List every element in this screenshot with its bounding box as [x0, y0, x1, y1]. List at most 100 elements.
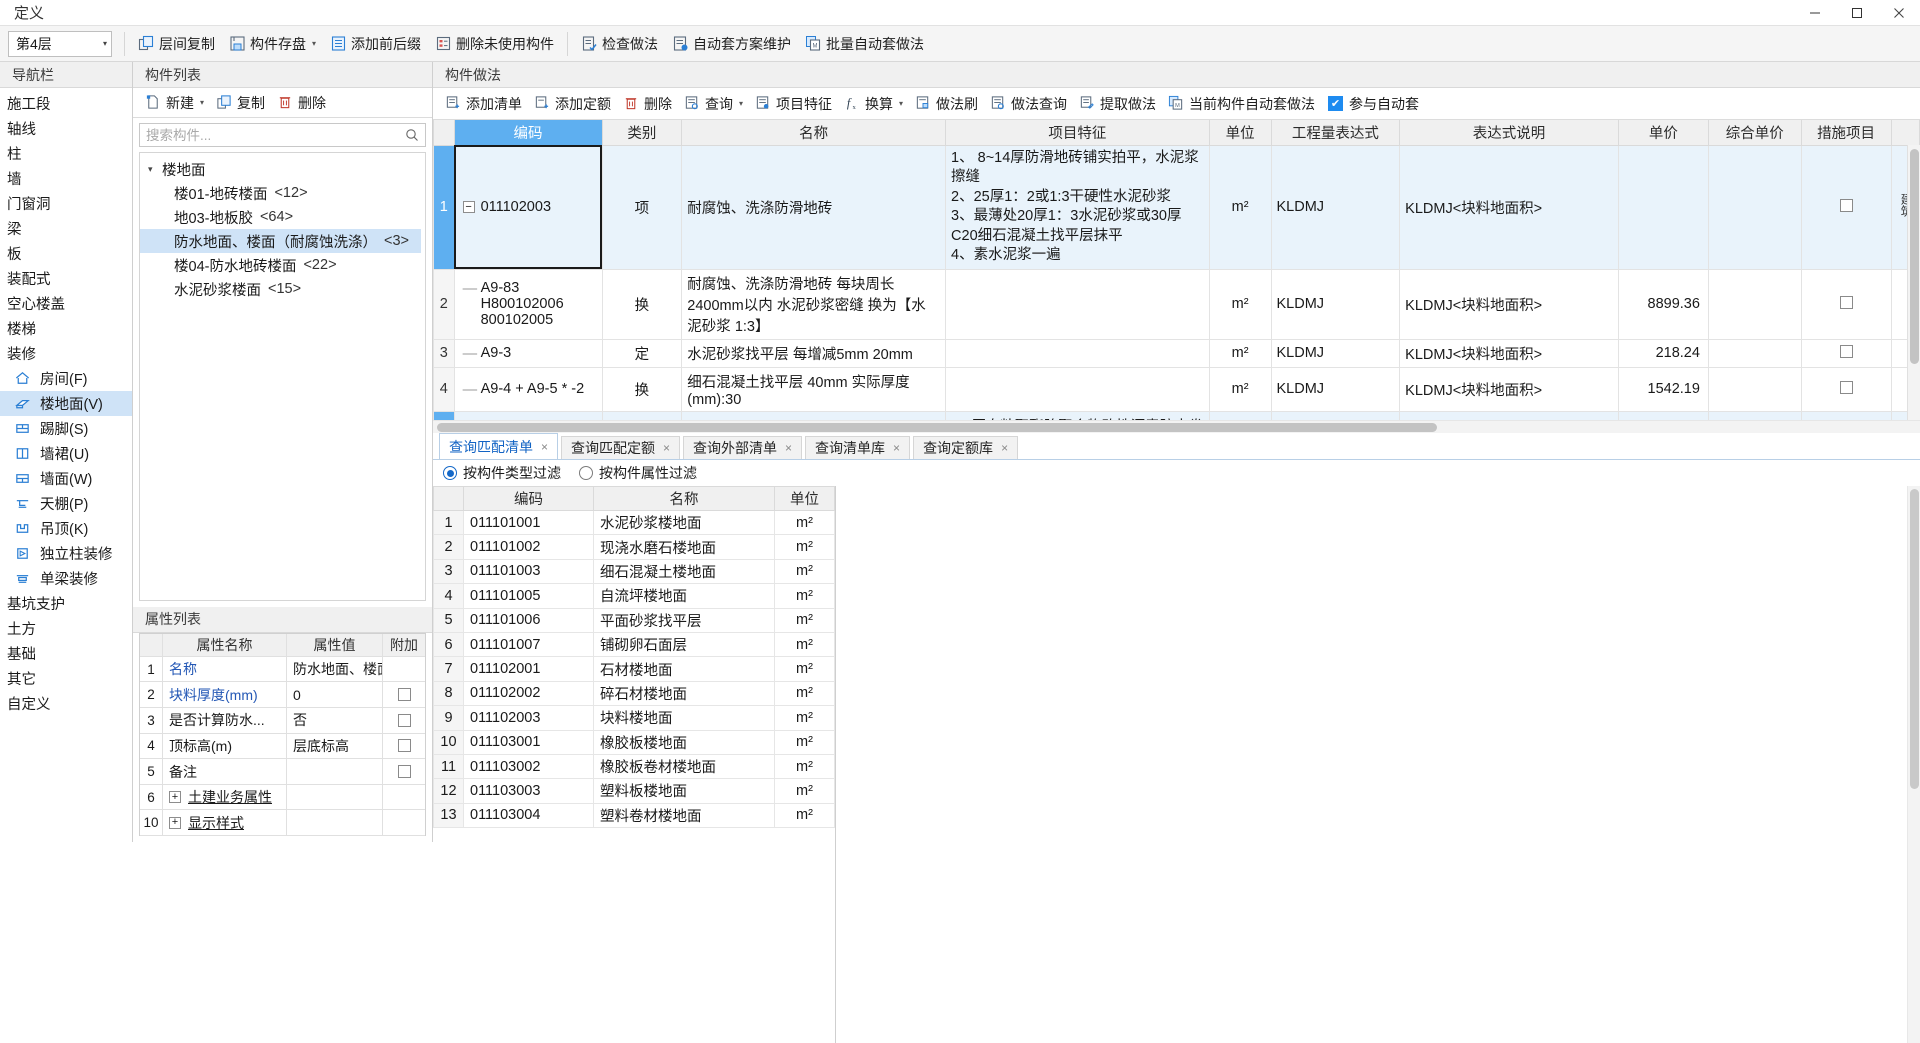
append-checkbox[interactable]	[397, 765, 411, 779]
cell-feature[interactable]	[945, 338, 1210, 368]
cell-unit[interactable]: m²	[774, 705, 835, 731]
sidebar-item-wall-surface[interactable]: 墙面(W)	[0, 466, 132, 491]
cell-combined-price[interactable]	[1707, 410, 1802, 420]
cell-code[interactable]: − 011102003	[453, 144, 603, 270]
cell-name[interactable]: 塑料卷材楼地面	[593, 802, 775, 829]
cell-combined-price[interactable]	[1707, 338, 1802, 368]
cell-quantity-expr[interactable]: KLDMJ	[1270, 338, 1401, 368]
property-value[interactable]: 0	[287, 682, 383, 708]
floor-selector[interactable]: 第4层 ▾	[8, 30, 112, 57]
table-row[interactable]: 3 011101003 细石混凝土楼地面 m²	[433, 558, 835, 585]
minimize-button[interactable]	[1794, 0, 1836, 26]
table-row[interactable]: 10 011103001 橡胶板楼地面 m²	[433, 729, 835, 755]
property-value[interactable]	[287, 784, 383, 810]
cell-name[interactable]: 水泥砂浆楼地面	[593, 509, 775, 536]
chevron-down-icon[interactable]: ▾	[148, 164, 162, 175]
cell-name[interactable]: 耐腐蚀、洗涤防滑地砖	[681, 144, 947, 270]
list-item[interactable]: 楼01-地砖楼面 <12>	[140, 181, 421, 205]
cell-expr-desc[interactable]: SPFSMJ<水平防水面积>	[1399, 410, 1619, 420]
tab-query-matched-list[interactable]: 查询匹配清单 ×	[439, 433, 559, 459]
sidebar-item-stair[interactable]: 楼梯	[0, 316, 132, 341]
check-method-button[interactable]: 检查做法	[574, 30, 665, 58]
cell-name[interactable]: 橡胶板卷材楼地面	[593, 753, 775, 780]
collapse-icon[interactable]: −	[462, 201, 475, 214]
cell-name[interactable]: 橡胶板楼地面	[593, 729, 775, 755]
cell-category[interactable]: 定	[601, 338, 683, 368]
measure-checkbox[interactable]	[1839, 380, 1853, 394]
cell-expr-desc[interactable]: KLDMJ<块料地面积>	[1399, 144, 1619, 270]
cell-unit[interactable]: m²	[774, 656, 835, 682]
measure-checkbox[interactable]	[1839, 198, 1853, 212]
delete-component-button[interactable]: 删除	[271, 91, 332, 115]
cell-code[interactable]: — A9-4 + A9-5 * -2	[453, 366, 603, 412]
col-quantity-expr[interactable]: 工程量表达式	[1270, 120, 1401, 146]
cell-unit[interactable]: m²	[774, 509, 835, 536]
tab-query-list-library[interactable]: 查询清单库 ×	[805, 436, 911, 459]
table-row[interactable]: 1 011101001 水泥砂浆楼地面 m²	[433, 509, 835, 536]
cell-unit[interactable]: m²	[774, 778, 835, 804]
scrollbar-thumb[interactable]	[1910, 149, 1919, 364]
cell-quantity-expr[interactable]: KLDMJ	[1270, 366, 1401, 412]
tab-query-quota-library[interactable]: 查询定额库 ×	[913, 436, 1019, 459]
cell-code[interactable]: 011103004	[463, 802, 594, 829]
tree-root-node[interactable]: ▾ 楼地面	[140, 157, 425, 181]
col-name[interactable]: 名称	[681, 120, 947, 146]
cell-unit-price[interactable]	[1617, 144, 1709, 270]
component-search-box[interactable]	[139, 123, 426, 147]
cell-name[interactable]: 块料楼地面	[593, 705, 775, 731]
scrollbar-thumb[interactable]	[437, 423, 1437, 432]
sidebar-item-prefab[interactable]: 装配式	[0, 266, 132, 291]
radio-icon[interactable]	[579, 466, 593, 480]
sidebar-item-pit-support[interactable]: 基坑支护	[0, 591, 132, 616]
cell-name[interactable]: 塑料板楼地面	[593, 778, 775, 804]
property-value[interactable]: 否	[287, 708, 383, 733]
close-icon[interactable]: ×	[893, 441, 900, 455]
cell-name[interactable]: 自流坪楼地面	[593, 583, 775, 609]
table-row[interactable]: 5 011101006 平面砂浆找平层 m²	[433, 607, 835, 633]
property-value[interactable]: 层底标高	[287, 733, 383, 759]
table-row[interactable]: 2 块料厚度(mm) 0	[140, 682, 425, 709]
method-grid-vscrollbar[interactable]	[1907, 145, 1920, 420]
table-row[interactable]: 8 011102002 碎石材楼地面 m²	[433, 680, 835, 707]
extract-method-button[interactable]: 提取做法	[1073, 91, 1162, 117]
cell-unit-price[interactable]: 218.24	[1617, 338, 1709, 368]
participate-auto-checkbox[interactable]: ✔	[1328, 96, 1344, 111]
cell-unit-price[interactable]	[1617, 410, 1709, 420]
sidebar-item-skirting[interactable]: 踢脚(S)	[0, 416, 132, 441]
expand-icon[interactable]: +	[169, 816, 181, 829]
copy-layer-button[interactable]: 层间复制	[131, 30, 222, 58]
method-grid-hscrollbar[interactable]	[433, 420, 1920, 433]
auto-apply-button[interactable]: M 当前构件自动套做法	[1162, 91, 1321, 117]
sidebar-item-ceiling[interactable]: 天棚(P)	[0, 491, 132, 516]
property-value[interactable]: 防水地面、楼面（...	[287, 656, 383, 682]
new-component-button[interactable]: 新建 ▾	[139, 91, 210, 115]
table-row[interactable]: 6 + 土建业务属性	[140, 784, 425, 811]
col-unit[interactable]: 单位	[774, 486, 835, 511]
participate-auto-checkbox-wrap[interactable]: ✔ 参与自动套	[1321, 94, 1426, 114]
query-vscrollbar[interactable]	[1907, 486, 1920, 1043]
cell-unit[interactable]: m²	[774, 631, 835, 658]
cell-code[interactable]: — A9-83 H800102006 800102005	[453, 268, 603, 340]
col-name[interactable]: 名称	[593, 486, 775, 511]
measure-checkbox[interactable]	[1839, 295, 1853, 309]
cell-name[interactable]: 碎石材楼地面	[593, 680, 775, 707]
sidebar-item-column-decoration[interactable]: 独立柱装修	[0, 541, 132, 566]
sidebar-item-floor-surface[interactable]: 楼地面(V)	[0, 391, 132, 416]
sidebar-item-axis[interactable]: 轴线	[0, 116, 132, 141]
add-affix-button[interactable]: 添加前后缀	[323, 30, 428, 58]
close-button[interactable]	[1878, 0, 1920, 26]
cell-unit-price[interactable]: 8899.36	[1617, 268, 1709, 340]
sidebar-item-hollow-floor[interactable]: 空心楼盖	[0, 291, 132, 316]
table-row[interactable]: 3 是否计算防水... 否	[140, 708, 425, 734]
cell-unit[interactable]: m²	[774, 802, 835, 829]
sidebar-item-beam[interactable]: 梁	[0, 216, 132, 241]
table-row[interactable]: 1 − 011102003 项 耐腐蚀、洗涤防滑地砖 1、 8~14厚防滑地砖铺…	[433, 144, 1920, 270]
cell-unit[interactable]: m²	[774, 583, 835, 609]
cell-expr-desc[interactable]: KLDMJ<块料地面积>	[1399, 268, 1619, 340]
cell-unit[interactable]: m²	[774, 729, 835, 755]
cell-unit-price[interactable]: 1542.19	[1617, 366, 1709, 412]
table-row[interactable]: 12 011103003 塑料板楼地面 m²	[433, 778, 835, 804]
cell-name[interactable]: 细石混凝土楼地面	[593, 558, 775, 585]
maximize-button[interactable]	[1836, 0, 1878, 26]
cell-unit[interactable]: m²	[774, 607, 835, 633]
